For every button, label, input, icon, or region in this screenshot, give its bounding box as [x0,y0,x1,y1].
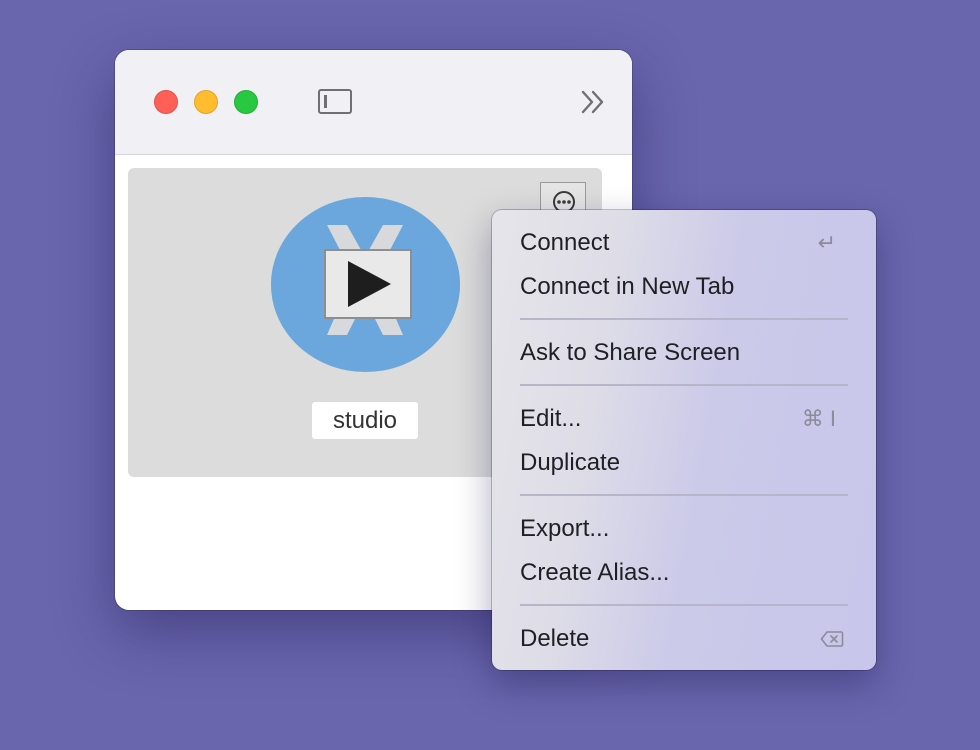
menu-separator [520,384,848,386]
menu-item-ask-share-screen[interactable]: Ask to Share Screen [520,333,850,373]
context-menu: Connect ↵ Connect in New Tab Ask to Shar… [492,210,876,670]
minimize-button[interactable] [194,90,218,114]
menu-item-label: Connect [520,229,610,256]
menu-item-duplicate[interactable]: Duplicate [520,443,850,483]
menu-item-label: Connect in New Tab [520,273,735,300]
chevron-double-right-icon[interactable] [577,86,609,118]
command-i-shortcut: ⌘ I [801,406,836,431]
play-logo-icon [271,197,460,372]
close-button[interactable] [154,90,178,114]
sidebar-toggle-icon[interactable] [318,89,352,114]
menu-separator [520,494,848,496]
menu-item-export[interactable]: Export... [520,509,850,549]
host-name-label: studio [312,402,418,439]
menu-item-label: Delete [520,625,590,652]
menu-item-create-alias[interactable]: Create Alias... [520,553,850,593]
menu-item-label: Create Alias... [520,559,670,586]
menu-item-connect-new-tab[interactable]: Connect in New Tab [520,267,850,307]
menu-separator [520,318,848,320]
title-bar [115,50,632,155]
menu-item-edit[interactable]: Edit... ⌘ I [520,399,850,439]
return-key-icon: ↵ [817,230,836,255]
menu-item-label: Duplicate [520,449,621,476]
menu-item-label: Ask to Share Screen [520,339,741,366]
menu-item-label: Export... [520,515,610,542]
menu-item-connect[interactable]: Connect ↵ [520,223,850,263]
zoom-button[interactable] [234,90,258,114]
menu-separator [520,604,848,606]
menu-item-label: Edit... [520,405,582,432]
menu-item-delete[interactable]: Delete [520,619,850,659]
delete-key-icon [820,631,844,647]
